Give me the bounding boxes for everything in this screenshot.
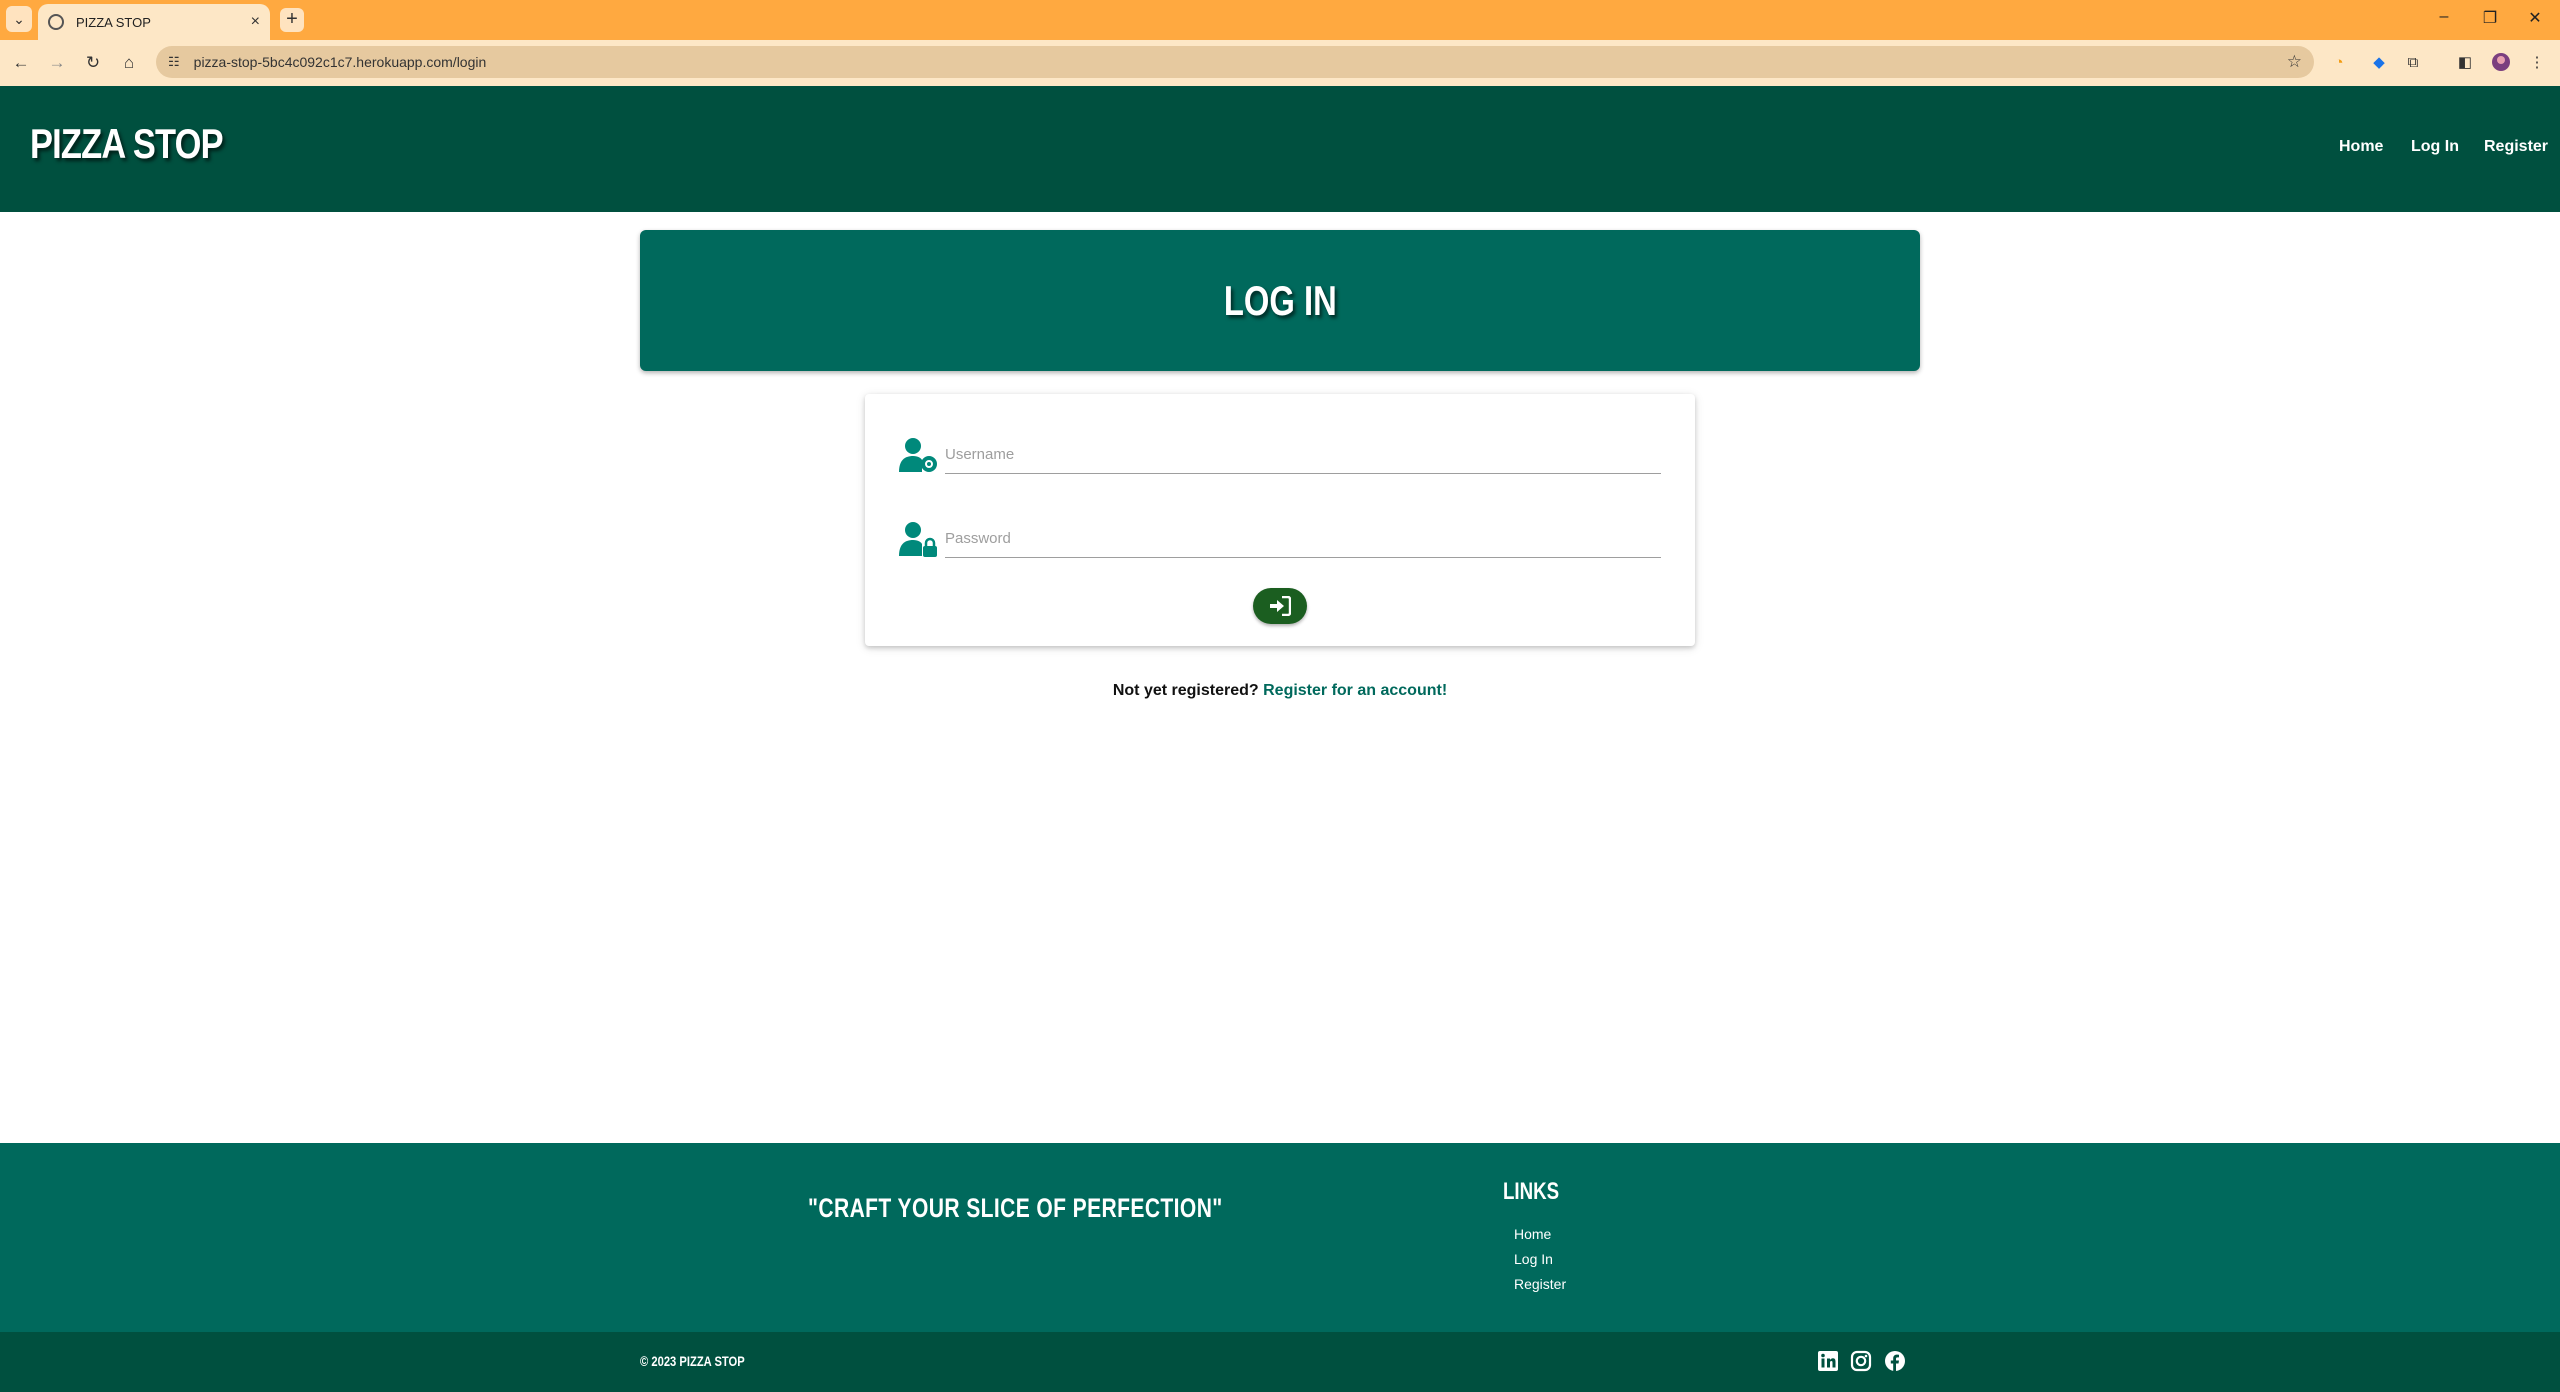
linkedin-icon[interactable] [1817, 1350, 1839, 1372]
register-prompt-text: Not yet registered? [1112, 682, 1259, 699]
site-info-icon[interactable]: ☷ [168, 54, 180, 70]
user-gear-icon [899, 438, 937, 472]
extension-icon[interactable]: ◆ [2368, 52, 2390, 74]
register-prompt: Not yet registered? Register for an acco… [0, 682, 2560, 700]
brand-logo[interactable]: PIZZA STOP [30, 120, 224, 168]
register-link[interactable]: Register for an account! [1263, 682, 1447, 699]
avatar[interactable] [2490, 52, 2512, 74]
instagram-icon[interactable] [1850, 1350, 1872, 1372]
copyright-text: © 2023 PIZZA STOP [640, 1353, 745, 1369]
login-form [865, 394, 1695, 646]
footer-tagline: "CRAFT YOUR SLICE OF PERFECTION" [808, 1193, 1223, 1223]
footer-link-register[interactable]: Register [1514, 1276, 1566, 1292]
page-title: LOG IN [1223, 276, 1337, 324]
copyright-bar: © 2023 PIZZA STOP [0, 1332, 2560, 1392]
footer-link-home[interactable]: Home [1514, 1226, 1551, 1242]
page-title-card: LOG IN [640, 230, 1920, 371]
user-lock-icon [899, 522, 937, 557]
browser-toolbar: ← → ↻ ⌂ ☷ pizza-stop-5bc4c092c1c7.heroku… [0, 40, 2560, 86]
extension-icon[interactable]: ◔ [2328, 52, 2350, 74]
browser-tab[interactable]: PIZZA STOP × [38, 4, 270, 40]
site-footer: "CRAFT YOUR SLICE OF PERFECTION" LINKS H… [0, 1143, 2560, 1332]
password-input[interactable] [945, 520, 1661, 558]
password-field [899, 498, 1661, 558]
close-window-icon[interactable]: ✕ [2525, 8, 2545, 28]
username-field [899, 414, 1661, 474]
globe-icon [48, 14, 64, 30]
footer-link-login[interactable]: Log In [1514, 1251, 1553, 1267]
bookmark-star-icon[interactable]: ☆ [2287, 52, 2302, 72]
puzzle-icon[interactable]: ⧉ [2402, 52, 2424, 74]
side-panel-icon[interactable]: ◧ [2454, 52, 2476, 74]
address-bar[interactable]: ☷ pizza-stop-5bc4c092c1c7.herokuapp.com/… [156, 46, 2314, 78]
new-tab-button[interactable]: + [280, 8, 304, 32]
home-icon[interactable]: ⌂ [118, 52, 140, 74]
forward-icon[interactable]: → [46, 52, 68, 74]
back-icon[interactable]: ← [10, 52, 32, 74]
sign-in-icon [1270, 596, 1291, 616]
browser-tab-bar: ⌄ PIZZA STOP × + – ❐ ✕ [0, 0, 2560, 40]
nav-home[interactable]: Home [2339, 138, 2383, 156]
footer-links-heading: LINKS [1503, 1178, 1560, 1205]
facebook-icon[interactable] [1884, 1350, 1906, 1372]
menu-icon[interactable]: ⋮ [2526, 52, 2548, 74]
close-tab-icon[interactable]: × [251, 13, 260, 31]
site-header: PIZZA STOP Home Log In Register [0, 86, 2560, 212]
tab-search-button[interactable]: ⌄ [6, 6, 32, 32]
restore-icon[interactable]: ❐ [2480, 8, 2500, 28]
nav-login[interactable]: Log In [2411, 138, 2459, 156]
login-submit-button[interactable] [1253, 588, 1307, 624]
reload-icon[interactable]: ↻ [82, 52, 104, 74]
url-text[interactable]: pizza-stop-5bc4c092c1c7.herokuapp.com/lo… [194, 54, 2287, 70]
tab-title: PIZZA STOP [76, 14, 151, 30]
minimize-icon[interactable]: – [2434, 8, 2454, 26]
username-input[interactable] [945, 436, 1661, 474]
nav-register[interactable]: Register [2484, 138, 2548, 156]
